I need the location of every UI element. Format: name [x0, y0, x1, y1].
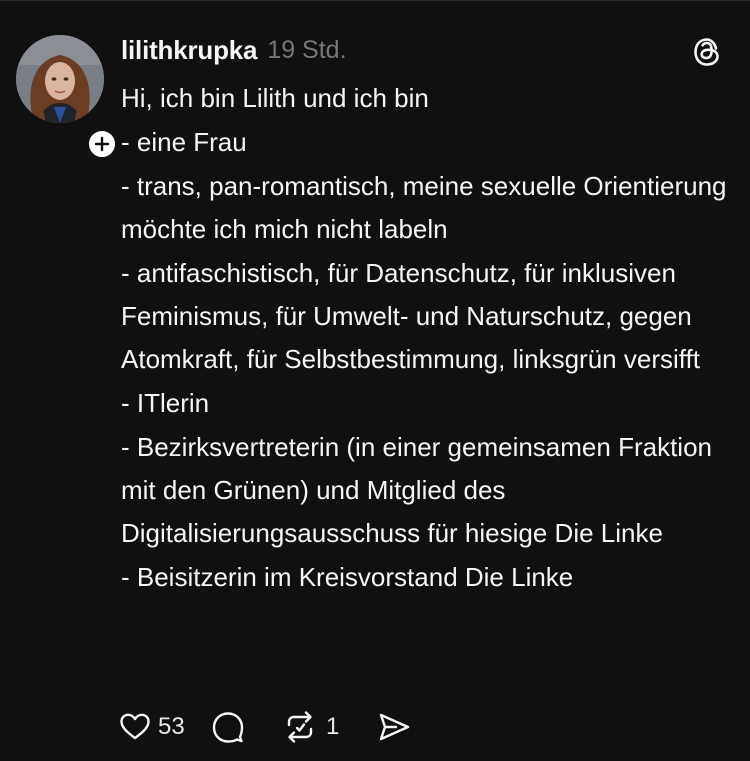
- share-button[interactable]: [376, 707, 416, 747]
- reply-button[interactable]: [210, 707, 280, 747]
- post-line: - ITlerin: [121, 388, 210, 418]
- avatar[interactable]: [16, 35, 104, 123]
- post-line: - Beisitzerin im Kreisvorstand Die Linke: [121, 562, 574, 592]
- comment-bubble-icon: [212, 712, 244, 743]
- plus-icon: [94, 136, 110, 152]
- follow-button[interactable]: [86, 128, 118, 160]
- heart-icon: [120, 713, 150, 740]
- action-bar: 53 1: [118, 707, 416, 747]
- timestamp: 19 Std.: [267, 35, 347, 64]
- send-icon: [379, 713, 410, 741]
- post-line: - Bezirksvertreterin (in einer gemeinsam…: [121, 432, 712, 548]
- post-header: lilithkrupka 19 Std.: [121, 32, 347, 68]
- repost-icon: [287, 711, 313, 743]
- avatar-container[interactable]: [16, 35, 118, 160]
- post-line: - trans, pan-romantisch, meine sexuelle …: [121, 171, 727, 244]
- repost-button[interactable]: 1: [280, 707, 376, 747]
- post-line: Hi, ich bin Lilith und ich bin: [121, 83, 429, 113]
- post-line: - antifaschistisch, für Datenschutz, für…: [121, 258, 700, 374]
- like-count: 53: [158, 713, 185, 740]
- threads-logo-icon[interactable]: [690, 35, 724, 69]
- repost-count: 1: [326, 713, 340, 740]
- username[interactable]: lilithkrupka: [121, 35, 257, 66]
- post-line: - eine Frau: [121, 127, 247, 157]
- threads-post: lilithkrupka 19 Std. Hi, ich bin Lilith …: [0, 0, 750, 761]
- like-button[interactable]: 53: [118, 707, 210, 747]
- post-content: Hi, ich bin Lilith und ich bin - eine Fr…: [121, 77, 731, 599]
